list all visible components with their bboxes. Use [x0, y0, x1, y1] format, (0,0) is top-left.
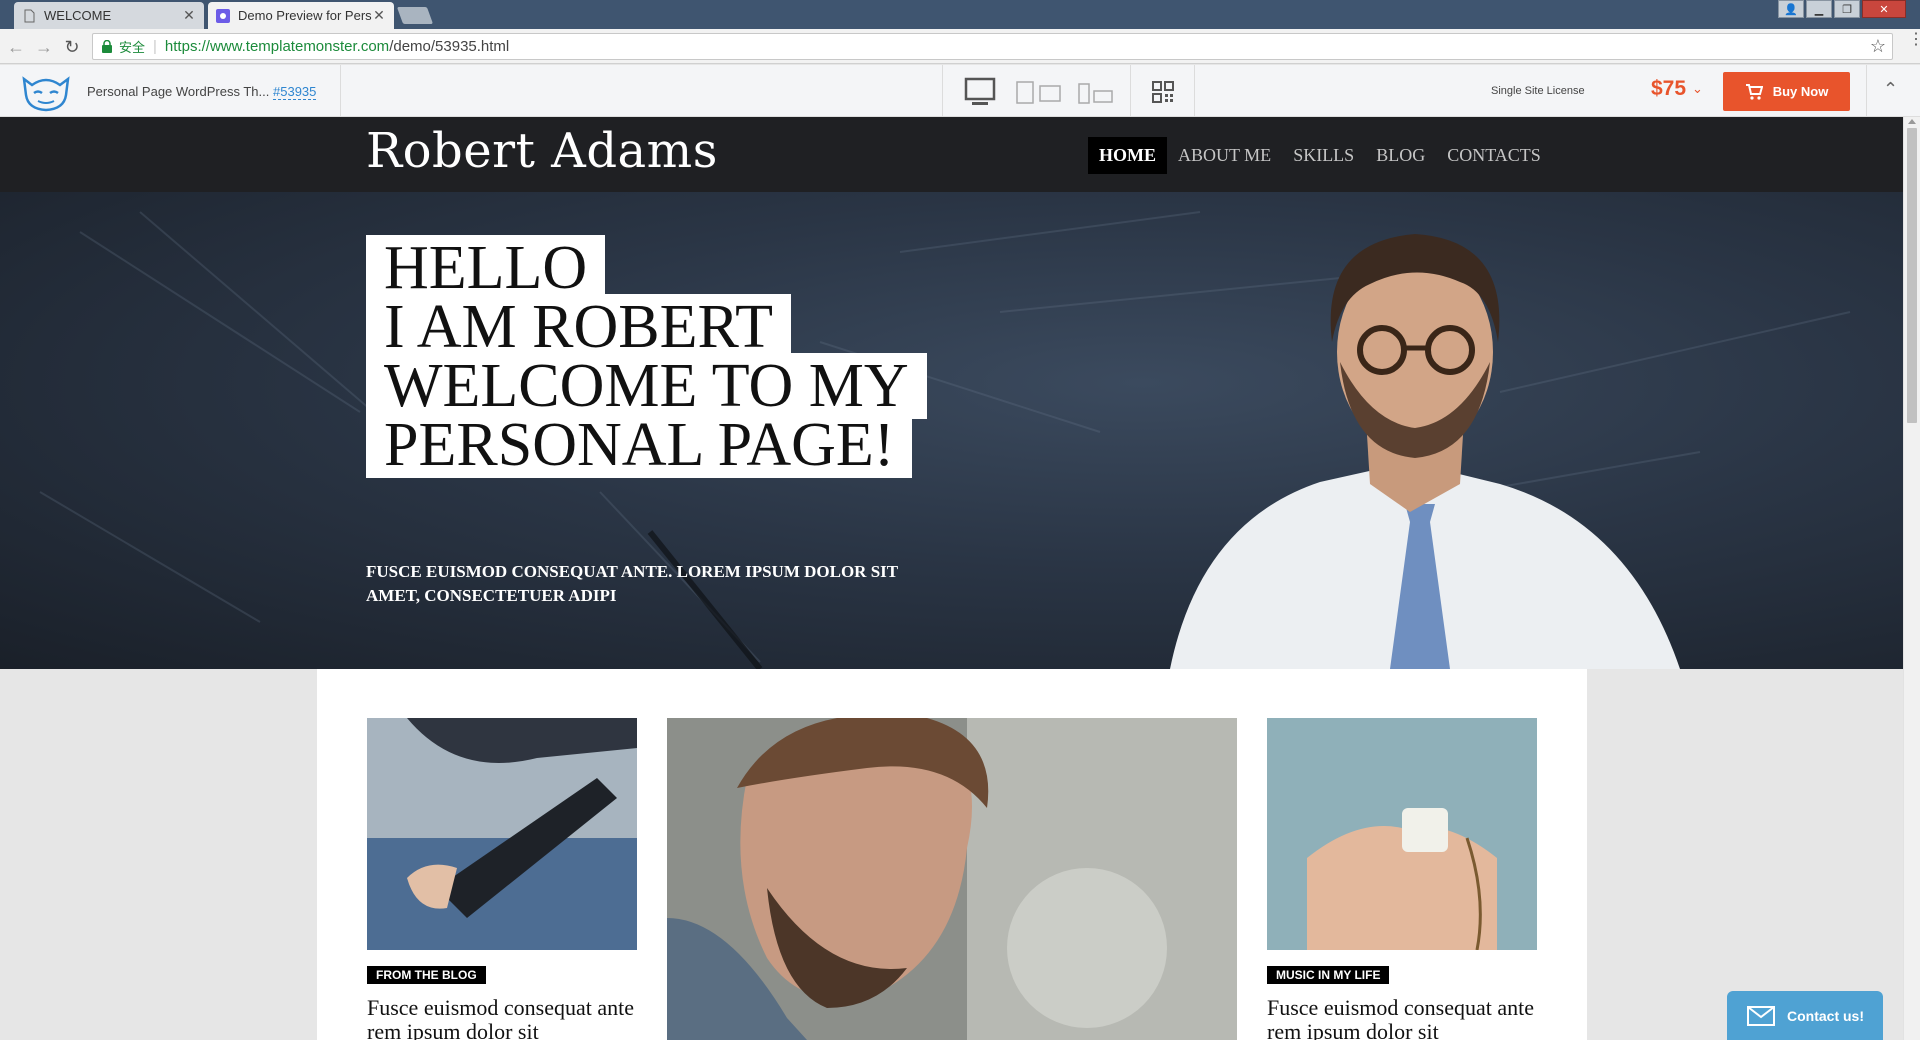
envelope-icon: [1747, 1005, 1775, 1026]
address-separator: |: [153, 38, 157, 55]
browser-tab-strip: WELCOME ✕ Demo Preview for Perso ✕ 👤 ▁ ❐…: [0, 0, 1920, 29]
page-scrollbar[interactable]: [1903, 117, 1920, 1040]
nav-item-about-me[interactable]: ABOUT ME: [1167, 137, 1282, 174]
templatemonster-favicon-icon: [216, 8, 230, 23]
nav-item-contacts[interactable]: CONTACTS: [1436, 137, 1552, 174]
browser-toolbar: ← → ↻ 安全 | https://www.templatemonster.c…: [0, 29, 1920, 64]
shopping-cart-icon: [1745, 83, 1763, 100]
browser-tab-welcome[interactable]: WELCOME ✕: [14, 2, 204, 29]
document-icon: [24, 9, 35, 22]
divider: [942, 65, 943, 117]
man-portrait-image[interactable]: [667, 718, 1237, 1040]
divider: [1866, 65, 1867, 117]
desktop-view-icon[interactable]: [964, 77, 996, 107]
card-title[interactable]: Fusce euismod consequat ante rem ipsum d…: [367, 996, 637, 1040]
address-bar[interactable]: 安全 | https://www.templatemonster.com /de…: [92, 33, 1893, 60]
hero-subtitle: FUSCE EUISMOD CONSEQUAT ANTE. LOREM IPSU…: [366, 562, 898, 605]
back-arrow-icon[interactable]: ←: [4, 35, 28, 59]
divider: [1130, 65, 1131, 117]
template-preview-bar: Personal Page WordPress Th... #53935 Sin…: [0, 65, 1920, 117]
tab-title: WELCOME: [44, 8, 112, 23]
browser-menu-icon[interactable]: ⋮: [1908, 32, 1920, 48]
product-name: Personal Page WordPress Th...: [87, 84, 270, 99]
hero-line-3: WELCOME TO MY: [366, 353, 927, 419]
url-host: https://www.templatemonster.com: [164, 38, 390, 55]
templatemonster-logo-icon[interactable]: [18, 71, 74, 113]
close-tab-icon[interactable]: ✕: [182, 7, 196, 24]
url-path: /demo/53935.html: [389, 38, 510, 55]
divider: [340, 65, 341, 117]
site-brand[interactable]: Robert Adams: [366, 123, 718, 179]
hero-line-4: PERSONAL PAGE!: [366, 412, 913, 478]
product-id-link[interactable]: #53935: [273, 84, 317, 100]
site-nav: HOME ABOUT ME SKILLS BLOG CONTACTS: [1088, 137, 1552, 174]
close-window-icon[interactable]: ✕: [1862, 0, 1906, 18]
chevron-up-icon[interactable]: ⌃: [1883, 79, 1898, 100]
new-tab-button[interactable]: [396, 7, 434, 24]
tablet-view-icon[interactable]: [1016, 81, 1062, 105]
site-header: Robert Adams HOME ABOUT ME SKILLS BLOG C…: [0, 117, 1903, 192]
nav-item-home[interactable]: HOME: [1088, 137, 1167, 174]
minimize-icon[interactable]: ▁: [1806, 0, 1832, 18]
tablet-hands-image[interactable]: [367, 718, 637, 950]
contact-us-button[interactable]: Contact us!: [1727, 991, 1883, 1040]
close-tab-icon[interactable]: ✕: [372, 7, 386, 24]
tab-title: Demo Preview for Perso: [238, 8, 372, 23]
secure-label: 安全: [119, 40, 146, 55]
hero-section: HELLO I AM ROBERT WELCOME TO MY PERSONAL…: [0, 192, 1903, 669]
hero-line-1: HELLO: [366, 235, 606, 301]
chevron-down-icon[interactable]: ⌄: [1692, 81, 1703, 97]
buy-now-button[interactable]: Buy Now: [1723, 72, 1850, 111]
window-controls: 👤 ▁ ❐ ✕: [1778, 0, 1906, 18]
lock-icon: [102, 40, 112, 53]
hero-line-2: I AM ROBERT: [366, 294, 791, 360]
nav-item-skills[interactable]: SKILLS: [1282, 137, 1365, 174]
user-icon[interactable]: 👤: [1778, 0, 1804, 18]
portrait-image: [1170, 234, 1680, 669]
card-title[interactable]: Fusce euismod consequat ante rem ipsum d…: [1267, 996, 1537, 1040]
buy-now-label: Buy Now: [1772, 84, 1829, 99]
bookmark-star-icon[interactable]: ☆: [1870, 36, 1886, 57]
card-tag[interactable]: MUSIC IN MY LIFE: [1267, 966, 1390, 984]
license-label[interactable]: Single Site License: [1491, 85, 1585, 97]
phone-hands-image[interactable]: [1267, 718, 1537, 950]
forward-arrow-icon[interactable]: →: [32, 35, 56, 59]
card-tag[interactable]: FROM THE BLOG: [367, 966, 486, 984]
scroll-up-icon[interactable]: [1908, 119, 1916, 124]
content-section: FROM THE BLOG Fusce euismod consequat an…: [317, 669, 1587, 1040]
price[interactable]: $75: [1651, 77, 1686, 101]
site-preview: Robert Adams HOME ABOUT ME SKILLS BLOG C…: [0, 117, 1903, 1040]
scrollbar-thumb[interactable]: [1907, 128, 1917, 423]
nav-item-blog[interactable]: BLOG: [1365, 137, 1436, 174]
contact-us-label: Contact us!: [1787, 1007, 1864, 1024]
browser-tab-demo-preview[interactable]: Demo Preview for Perso ✕: [208, 2, 394, 29]
qr-code-icon[interactable]: [1152, 81, 1174, 103]
reload-icon[interactable]: ↻: [60, 35, 84, 59]
mobile-view-icon[interactable]: [1078, 81, 1114, 105]
maximize-icon[interactable]: ❐: [1834, 0, 1860, 18]
divider: [1194, 65, 1195, 117]
